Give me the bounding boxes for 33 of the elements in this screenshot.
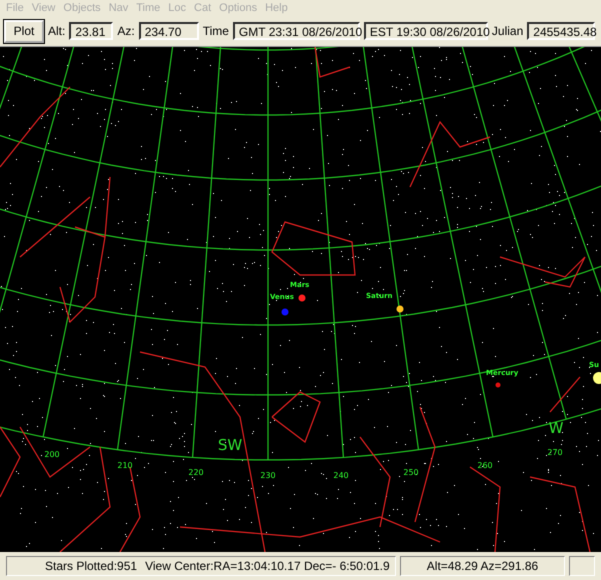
value-field[interactable]: 23.81 [69, 22, 114, 40]
menu-item[interactable]: Nav [106, 2, 134, 14]
value-field[interactable]: GMT 23:31 08/26/2010 [232, 22, 360, 40]
value-field[interactable]: 234.70 [138, 22, 199, 40]
azimuth-label: 270 [547, 448, 563, 457]
menu-item[interactable]: Cat [192, 2, 218, 14]
azimuth-label: 250 [403, 468, 419, 477]
azimuth-label: 240 [333, 471, 349, 480]
status-panel [569, 556, 595, 576]
field-label: Alt: [48, 24, 66, 38]
menu-item[interactable]: Help [263, 2, 294, 14]
azimuth-label: 220 [188, 468, 204, 477]
direction-label: SW [218, 436, 242, 454]
status-text: View Center:RA=13:04:10.17 Dec=- 6:50:01.9 [145, 559, 390, 573]
status-text: Alt=48.29 Az=291.86 [400, 556, 565, 576]
menu-item[interactable]: Objects [61, 2, 107, 14]
field-label: Time [202, 24, 229, 38]
azimuth-label: 230 [260, 471, 276, 480]
field-label: Az: [117, 24, 135, 38]
menu-item[interactable]: Loc [166, 2, 192, 14]
status-text: Stars Plotted:951 [45, 559, 138, 573]
plot-button[interactable]: Plot [4, 20, 44, 42]
menu-item[interactable]: Time [134, 2, 166, 14]
direction-label: W [548, 419, 564, 437]
azimuth-label: 210 [117, 461, 133, 470]
field-label: Julian [492, 24, 524, 38]
value-field[interactable]: 2455435.48 [527, 22, 596, 40]
menu-item[interactable]: File [4, 2, 30, 14]
azimuth-label: 260 [477, 461, 493, 470]
azimuth-label: 200 [44, 450, 60, 459]
menu-item[interactable]: View [30, 2, 62, 14]
menu-item[interactable]: Options [217, 2, 264, 14]
value-field[interactable]: EST 19:30 08/26/2010 [364, 22, 488, 40]
